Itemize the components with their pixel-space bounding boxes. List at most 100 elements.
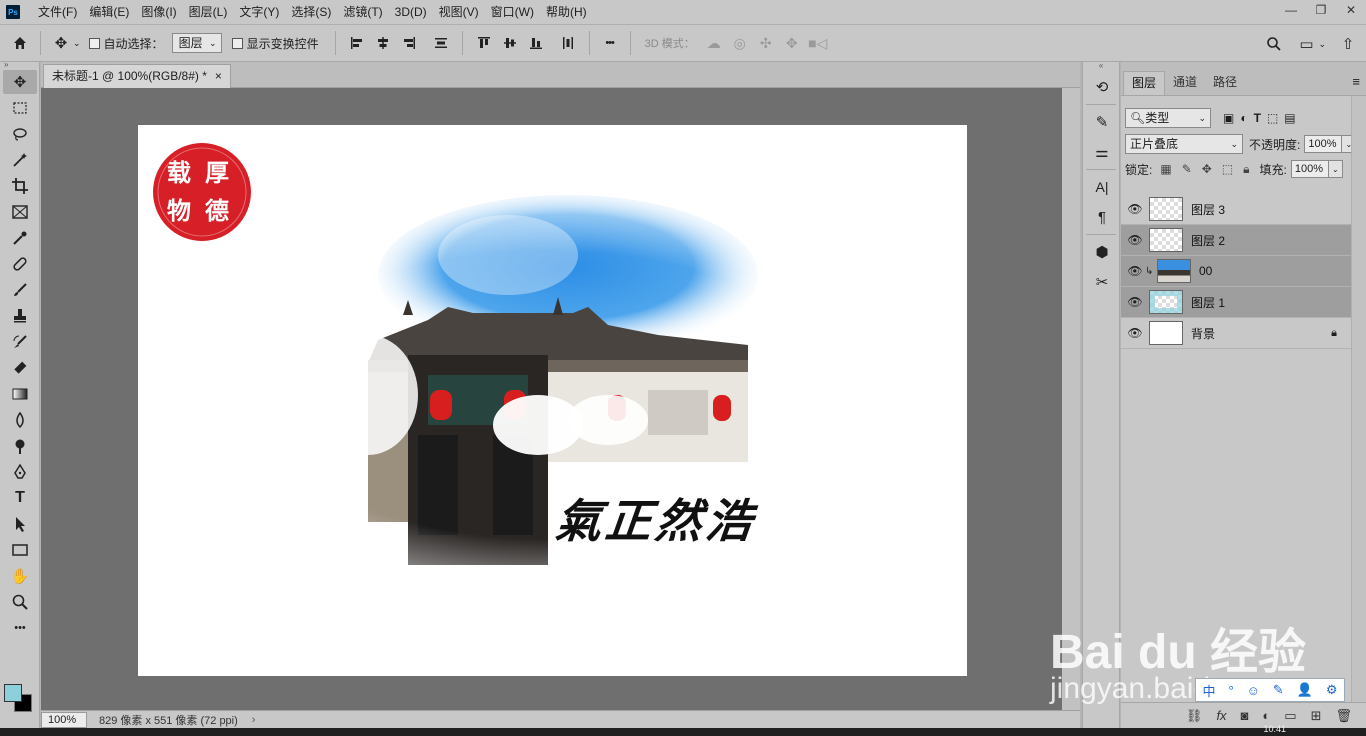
pen-tool[interactable] (3, 460, 37, 484)
collapse-arrows-icon[interactable]: » (0, 61, 39, 69)
menu-select[interactable]: 选择(S) (285, 0, 337, 24)
new-group-icon[interactable]: ▭ (1284, 708, 1296, 724)
delete-layer-icon[interactable]: 🗑︎ (1335, 708, 1352, 724)
filter-smart-icon[interactable]: ▤ (1284, 111, 1295, 125)
move-tool[interactable]: ✥ (3, 70, 37, 94)
tab-layers[interactable]: 图层 (1123, 71, 1166, 95)
link-layers-icon[interactable]: ⛓ (1186, 708, 1203, 724)
collapse-arrows-icon[interactable]: « (1083, 62, 1119, 70)
ime-emoji-icon[interactable]: ☺ (1247, 683, 1260, 698)
gradient-tool[interactable] (3, 382, 37, 406)
align-vcenter-icon[interactable] (497, 31, 523, 55)
auto-select-target-dropdown[interactable]: 图层 ⌄ (171, 33, 222, 53)
history-icon[interactable]: ⟲ (1087, 74, 1117, 100)
stamp-tool[interactable] (3, 304, 37, 328)
filter-adjustment-icon[interactable]: ◐ (1240, 111, 1247, 125)
eraser-tool[interactable] (3, 356, 37, 380)
document-canvas[interactable]: 载 厚 物 德 氣正然浩 (138, 125, 967, 676)
filter-kind-dropdown[interactable]: 🔍︎类型 ⌄ (1125, 108, 1211, 128)
brush-settings-icon[interactable]: ✎ (1087, 109, 1117, 135)
visibility-eye-icon[interactable]: 👁︎ (1121, 233, 1149, 247)
3d-roll-icon[interactable]: ◎ (727, 31, 753, 55)
ime-punct-icon[interactable]: ° (1228, 683, 1233, 698)
workspace-caret-icon[interactable]: ⌄ (1318, 39, 1326, 50)
type-tool[interactable]: T (3, 486, 37, 510)
close-button[interactable]: ✕ (1336, 0, 1366, 20)
lock-pixels-icon[interactable]: ✎ (1182, 162, 1192, 177)
crop-tool[interactable] (3, 174, 37, 198)
search-icon[interactable] (1262, 32, 1286, 56)
menu-file[interactable]: 文件(F) (32, 0, 83, 24)
lock-transparent-icon[interactable]: ▦ (1160, 162, 1171, 177)
new-layer-icon[interactable]: ⊞ (1311, 708, 1322, 724)
share-icon[interactable]: ⇧ (1336, 32, 1360, 56)
visibility-eye-icon[interactable]: 👁︎ (1121, 295, 1149, 309)
blend-mode-dropdown[interactable]: 正片叠底 ⌄ (1125, 134, 1243, 154)
auto-select-checkbox[interactable]: 自动选择： (88, 35, 164, 52)
distribute-vertical-icon[interactable] (428, 31, 454, 55)
3d-slide-icon[interactable]: ✥ (779, 31, 805, 55)
canvas-scrollbar[interactable] (1062, 88, 1080, 710)
3d-scale-icon[interactable]: ■◁ (805, 31, 831, 55)
tab-channels[interactable]: 通道 (1165, 71, 1205, 95)
hand-tool[interactable]: ✋ (3, 564, 37, 588)
marquee-tool[interactable] (3, 96, 37, 120)
show-transform-checkbox[interactable]: 显示变换控件 (231, 35, 319, 52)
status-menu-arrow-icon[interactable]: › (252, 714, 256, 726)
workspace-icon[interactable]: ▭ (1294, 32, 1318, 56)
menu-image[interactable]: 图像(I) (135, 0, 182, 24)
rectangle-tool[interactable] (3, 538, 37, 562)
menu-filter[interactable]: 滤镜(T) (337, 0, 388, 24)
paragraph-icon[interactable]: ¶ (1087, 204, 1117, 230)
frame-tool[interactable] (3, 200, 37, 224)
adjustments-icon[interactable]: ⚌ (1087, 139, 1117, 165)
lock-artboard-icon[interactable]: ⬚ (1222, 162, 1233, 177)
fx-icon[interactable]: fx (1216, 708, 1226, 723)
menu-window[interactable]: 窗口(W) (485, 0, 540, 24)
more-tools-icon[interactable]: ••• (3, 616, 37, 640)
close-tab-icon[interactable]: × (215, 65, 222, 88)
align-right-icon[interactable] (396, 31, 422, 55)
minimize-button[interactable]: — (1276, 0, 1306, 20)
checkbox-box[interactable] (88, 37, 100, 49)
layer-row[interactable]: 👁︎ 背景 🔒︎ (1121, 318, 1351, 349)
filter-type-icon[interactable]: T (1254, 111, 1261, 125)
align-top-icon[interactable] (471, 31, 497, 55)
path-select-tool[interactable] (3, 512, 37, 536)
zoom-tool[interactable] (3, 590, 37, 614)
lasso-tool[interactable] (3, 122, 37, 146)
panel-menu-icon[interactable]: ≡ (1352, 74, 1360, 89)
fill-field[interactable]: 100% (1290, 160, 1329, 178)
menu-help[interactable]: 帮助(H) (540, 0, 593, 24)
visibility-eye-icon[interactable]: 👁︎ (1121, 202, 1149, 216)
tool-presets-icon[interactable]: ✂ (1087, 269, 1117, 295)
canvas-area[interactable]: 载 厚 物 德 氣正然浩 (41, 88, 1080, 710)
menu-edit[interactable]: 编辑(E) (83, 0, 135, 24)
3d-orbit-icon[interactable]: ☁ (701, 31, 727, 55)
preset-caret-icon[interactable]: ⌄ (73, 38, 81, 49)
visibility-eye-icon[interactable]: 👁︎ (1121, 326, 1149, 340)
ime-pen-icon[interactable]: ✎ (1273, 682, 1284, 698)
blur-tool[interactable] (3, 408, 37, 432)
magic-wand-tool[interactable] (3, 148, 37, 172)
eyedropper-tool[interactable] (3, 226, 37, 250)
filter-pixel-icon[interactable]: ▣ (1223, 111, 1234, 125)
menu-view[interactable]: 视图(V) (433, 0, 485, 24)
home-icon[interactable] (8, 31, 32, 55)
opacity-field[interactable]: 100% (1304, 135, 1343, 153)
tab-paths[interactable]: 路径 (1205, 71, 1245, 95)
menu-type[interactable]: 文字(Y) (233, 0, 285, 24)
3d-pan-icon[interactable]: ✣ (753, 31, 779, 55)
ime-mode[interactable]: 中 (1202, 681, 1215, 700)
3d-panel-icon[interactable]: ⬢ (1087, 239, 1117, 265)
dodge-tool[interactable] (3, 434, 37, 458)
layer-row[interactable]: 👁︎ ↳ 00 (1121, 256, 1351, 287)
lock-all-icon[interactable]: 🔒︎ (1243, 162, 1249, 177)
ime-settings-icon[interactable]: ⚙ (1326, 682, 1338, 698)
menu-layer[interactable]: 图层(L) (183, 0, 234, 24)
history-brush-tool[interactable] (3, 330, 37, 354)
layers-scrollbar[interactable] (1351, 96, 1366, 702)
distribute-horizontal-icon[interactable] (555, 31, 581, 55)
new-adjustment-icon[interactable]: ◐ (1262, 708, 1270, 723)
menu-3d[interactable]: 3D(D) (389, 0, 433, 24)
